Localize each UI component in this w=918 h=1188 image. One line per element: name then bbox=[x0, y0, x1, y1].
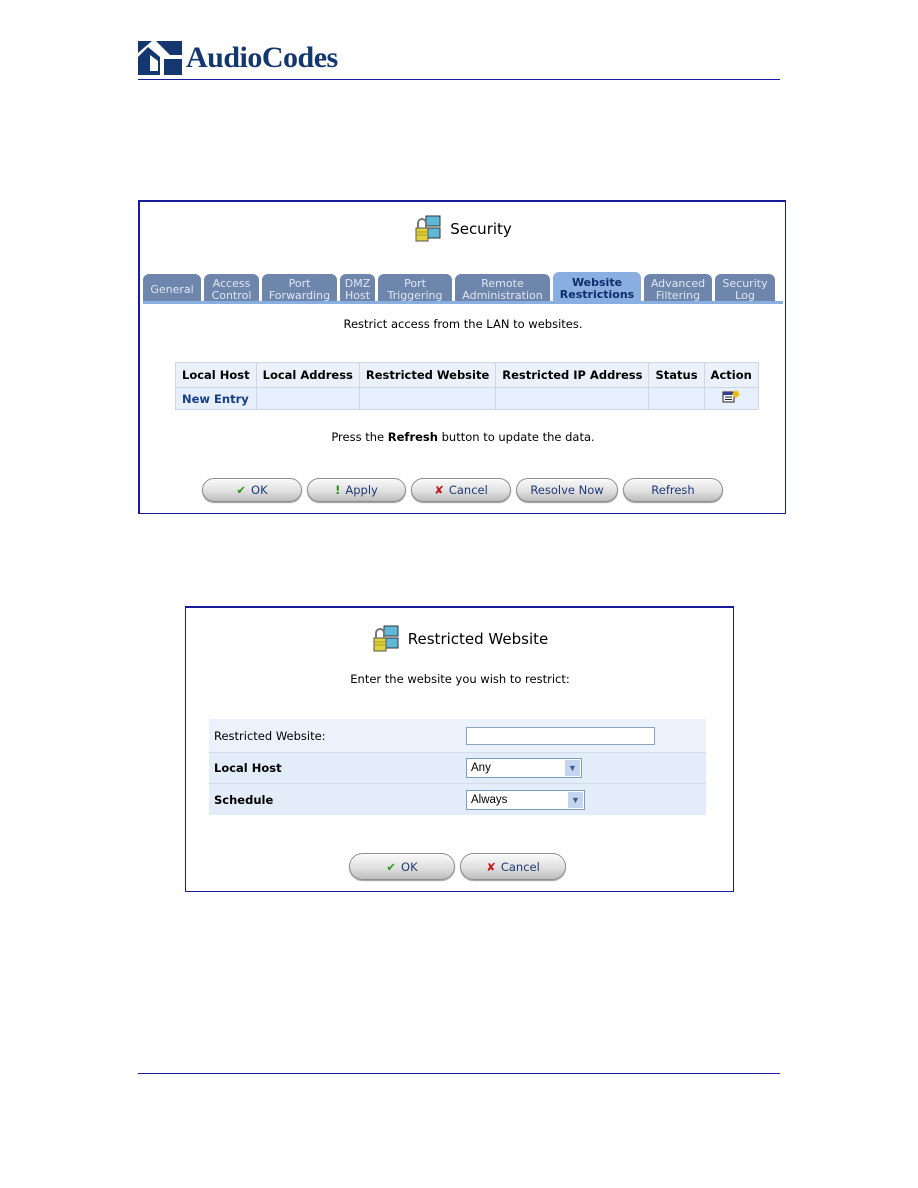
resolve-now-label: Resolve Now bbox=[530, 483, 604, 497]
tab-website-restrictions[interactable]: Website Restrictions bbox=[553, 272, 641, 303]
schedule-value: Always bbox=[471, 793, 508, 806]
restricted-website-input[interactable] bbox=[466, 726, 655, 745]
tab-label: General bbox=[150, 283, 194, 296]
table-header-row: Local Host Local Address Restricted Webs… bbox=[175, 362, 759, 388]
cell-action bbox=[703, 387, 759, 410]
ok-label: OK bbox=[401, 859, 418, 874]
col-action: Action bbox=[703, 362, 759, 388]
restricted-website-label: Restricted Website: bbox=[214, 728, 326, 743]
audiocodes-logo: AudioCodes bbox=[138, 40, 338, 76]
local-host-label: Local Host bbox=[214, 761, 282, 775]
cell-local-address bbox=[255, 387, 360, 410]
chevron-down-icon: ▼ bbox=[565, 760, 580, 776]
brand-name: AudioCodes bbox=[186, 41, 338, 74]
restricted-ok-button[interactable]: ✔ OK bbox=[349, 853, 455, 880]
tab-general[interactable]: General bbox=[143, 274, 201, 303]
security-panel bbox=[138, 200, 786, 514]
x-icon: ✘ bbox=[434, 483, 444, 497]
tab-port-forwarding[interactable]: Port Forwarding bbox=[262, 274, 337, 303]
restricted-cancel-button[interactable]: ✘ Cancel bbox=[460, 853, 566, 880]
logo-mark-icon bbox=[138, 41, 182, 75]
tab-remote-administration[interactable]: Remote Administration bbox=[455, 274, 550, 303]
form-row-schedule: Schedule Always ▼ bbox=[209, 784, 706, 815]
schedule-select[interactable]: Always ▼ bbox=[466, 789, 585, 810]
check-icon: ✔ bbox=[386, 859, 397, 874]
restricted-instruction: Enter the website you wish to restrict: bbox=[350, 672, 570, 686]
new-entry-link[interactable]: New Entry bbox=[182, 392, 249, 406]
refresh-button[interactable]: Refresh bbox=[623, 478, 723, 502]
restrictions-table-wrap: Local Host Local Address Restricted Webs… bbox=[175, 362, 759, 410]
local-host-value: Any bbox=[471, 762, 491, 774]
security-title-row: Security bbox=[140, 214, 786, 244]
restrictions-table: Local Host Local Address Restricted Webs… bbox=[175, 362, 759, 410]
tab-underline bbox=[143, 301, 783, 304]
security-title: Security bbox=[450, 220, 512, 238]
chevron-down-icon: ▼ bbox=[568, 791, 583, 808]
col-restricted-ip: Restricted IP Address bbox=[495, 362, 650, 388]
x-icon: ✘ bbox=[486, 859, 496, 874]
refresh-label: Refresh bbox=[651, 483, 695, 497]
tab-port-triggering[interactable]: Port Triggering bbox=[378, 274, 452, 303]
col-restricted-website: Restricted Website bbox=[358, 362, 497, 388]
check-icon: ✔ bbox=[236, 483, 247, 497]
cancel-label: Cancel bbox=[448, 483, 488, 497]
new-entry-icon[interactable] bbox=[722, 390, 741, 407]
ok-button[interactable]: ✔ OK bbox=[202, 478, 302, 502]
security-tabs: General Access Control Port Forwarding DMZ… bbox=[143, 271, 783, 303]
apply-label: Apply bbox=[345, 483, 378, 497]
refresh-note-text: Press the bbox=[331, 430, 388, 444]
header-divider bbox=[138, 79, 780, 80]
form-row-local-host: Local Host Any ▼ bbox=[209, 753, 706, 784]
resolve-now-button[interactable]: Resolve Now bbox=[516, 478, 618, 502]
cell-status bbox=[648, 387, 705, 410]
refresh-note: Press the Refresh button to update the d… bbox=[140, 430, 786, 444]
tab-access-control[interactable]: Access Control bbox=[204, 274, 259, 303]
tab-dmz-host[interactable]: DMZ Host bbox=[340, 274, 375, 303]
cell-restricted-ip bbox=[495, 387, 650, 410]
restricted-title: Restricted Website bbox=[407, 630, 549, 648]
tab-security-log[interactable]: Security Log bbox=[715, 274, 775, 303]
cancel-label: Cancel bbox=[500, 859, 540, 874]
restrict-description: Restrict access from the LAN to websites… bbox=[343, 317, 583, 331]
refresh-note-text: button to update the data. bbox=[437, 430, 595, 444]
col-local-host: Local Host bbox=[175, 362, 257, 388]
form-row-website: Restricted Website: bbox=[209, 719, 706, 753]
tab-label: Restrictions bbox=[559, 288, 635, 301]
apply-button[interactable]: ! Apply bbox=[307, 478, 406, 502]
cell-restricted-website bbox=[358, 387, 497, 410]
refresh-note-bold: Refresh bbox=[387, 430, 438, 444]
ok-label: OK bbox=[251, 483, 268, 497]
cell-local-host: New Entry bbox=[175, 387, 257, 410]
local-host-select[interactable]: Any ▼ bbox=[466, 758, 582, 778]
security-lock-icon bbox=[414, 214, 444, 244]
col-local-address: Local Address bbox=[255, 362, 360, 388]
col-status: Status bbox=[648, 362, 705, 388]
exclamation-icon: ! bbox=[335, 483, 341, 497]
security-lock-icon bbox=[372, 624, 402, 654]
tab-advanced-filtering[interactable]: Advanced Filtering bbox=[644, 274, 712, 303]
restricted-title-row: Restricted Website bbox=[186, 624, 734, 654]
cancel-button[interactable]: ✘ Cancel bbox=[411, 478, 511, 502]
footer-divider bbox=[138, 1073, 780, 1074]
restricted-form: Restricted Website: Local Host Any ▼ Sch… bbox=[209, 719, 706, 815]
table-row: New Entry bbox=[175, 387, 759, 410]
schedule-label: Schedule bbox=[214, 792, 274, 807]
